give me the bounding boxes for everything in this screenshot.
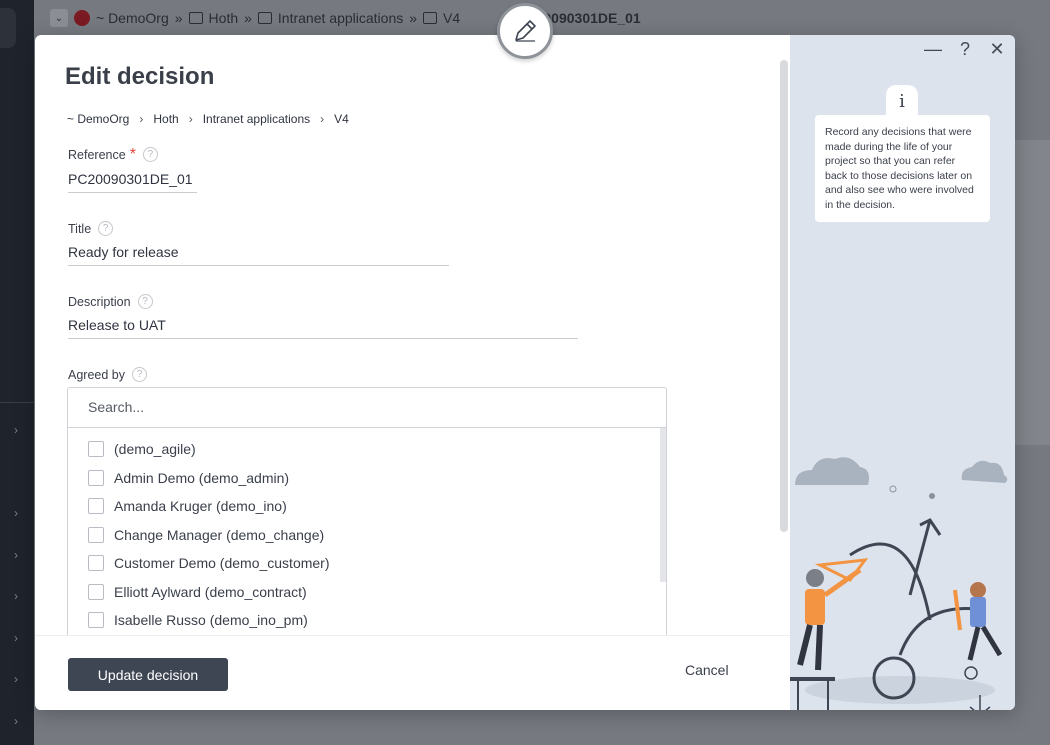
double-chevron-icon: » <box>244 10 252 26</box>
option-label: Isabelle Russo (demo_ino_pm) <box>114 612 308 629</box>
checkbox[interactable] <box>88 469 104 486</box>
org-logo-icon <box>74 10 90 26</box>
breadcrumb-hoth[interactable]: Hoth <box>209 10 239 26</box>
crumb-v4[interactable]: V4 <box>334 112 349 126</box>
agreed-by-search-input[interactable]: Search... <box>68 388 666 428</box>
crumb-org[interactable]: ~ DemoOrg <box>67 112 129 126</box>
list-item[interactable]: Isabelle Russo (demo_ino_pm) <box>68 606 666 635</box>
breadcrumb-intranet[interactable]: Intranet applications <box>278 10 403 26</box>
option-label: Admin Demo (demo_admin) <box>114 469 290 486</box>
reference-field[interactable]: PC20090301DE_01 <box>68 171 197 193</box>
agreed-by-label-text: Agreed by <box>68 367 125 382</box>
list-item[interactable]: (demo_agile) <box>68 435 666 464</box>
chevron-right-icon[interactable]: › <box>8 588 24 604</box>
required-marker: * <box>129 145 136 163</box>
chevron-right-icon[interactable]: › <box>8 630 24 646</box>
edit-decision-modal: Edit decision ~ DemoOrg › Hoth › Intrane… <box>35 35 1015 710</box>
double-chevron-icon: » <box>409 10 418 26</box>
crumb-intranet[interactable]: Intranet applications <box>203 112 310 126</box>
checkbox[interactable] <box>88 583 104 600</box>
option-label: (demo_agile) <box>114 441 196 458</box>
folder-icon <box>188 12 203 24</box>
chevron-right-icon[interactable]: › <box>8 422 24 438</box>
info-text: Record any decisions that were made duri… <box>815 115 990 222</box>
window-controls: — ? ✕ <box>923 39 1007 59</box>
app-sidebar: › › › › › › › <box>0 0 34 745</box>
sidebar-divider <box>0 402 34 403</box>
info-icon: i <box>886 85 918 117</box>
window-icon <box>423 12 438 24</box>
list-item[interactable]: Admin Demo (demo_admin) <box>68 464 666 493</box>
chevron-right-icon: › <box>139 112 144 126</box>
checkbox[interactable] <box>88 612 104 629</box>
collaboration-illustration <box>790 457 1008 710</box>
help-icon[interactable]: ? <box>137 294 153 309</box>
chevron-right-icon[interactable]: › <box>8 713 24 729</box>
chevron-right-icon: › <box>188 112 193 126</box>
cancel-button[interactable]: Cancel <box>685 662 729 678</box>
modal-title: Edit decision <box>65 63 215 90</box>
description-label-text: Description <box>68 294 131 309</box>
reference-label-text: Reference <box>68 147 126 162</box>
checkbox[interactable] <box>88 498 104 515</box>
chevron-right-icon[interactable]: › <box>8 547 24 563</box>
checkbox[interactable] <box>88 526 104 543</box>
option-label: Amanda Kruger (demo_ino) <box>114 498 287 515</box>
checkbox[interactable] <box>88 555 104 572</box>
list-item[interactable]: Amanda Kruger (demo_ino) <box>68 492 666 521</box>
info-side-panel: — ? ✕ i Record any decisions that were m… <box>790 35 1015 710</box>
chevron-right-icon[interactable]: › <box>8 671 24 687</box>
title-label: Title ? <box>68 221 114 236</box>
description-field[interactable]: Release to UAT <box>68 317 578 339</box>
chevron-right-icon[interactable]: › <box>8 505 24 521</box>
modal-breadcrumb: ~ DemoOrg › Hoth › Intranet applications… <box>67 112 349 126</box>
chevron-right-icon: › <box>320 112 325 126</box>
minimize-icon[interactable]: — <box>923 39 943 59</box>
form-scrollbar[interactable] <box>780 60 788 532</box>
close-icon[interactable]: ✕ <box>987 39 1007 59</box>
form-area: Edit decision ~ DemoOrg › Hoth › Intrane… <box>35 35 790 635</box>
agreed-by-selector: Search... (demo_agile) Admin Demo (demo_… <box>67 387 667 635</box>
list-item[interactable]: Change Manager (demo_change) <box>68 521 666 550</box>
list-item[interactable]: Elliott Aylward (demo_contract) <box>68 578 666 607</box>
help-icon[interactable]: ? <box>131 367 147 382</box>
description-label: Description ? <box>68 294 153 309</box>
checkbox[interactable] <box>88 441 104 458</box>
update-decision-button[interactable]: Update decision <box>68 658 228 691</box>
option-label: Elliott Aylward (demo_contract) <box>114 583 307 600</box>
option-label: Customer Demo (demo_customer) <box>114 555 330 572</box>
double-chevron-icon: » <box>174 10 183 26</box>
option-label: Change Manager (demo_change) <box>114 526 325 543</box>
reference-label: Reference * ? <box>68 145 158 163</box>
modal-footer: Update decision Cancel <box>35 635 790 710</box>
title-label-text: Title <box>68 221 92 236</box>
edit-mode-badge <box>497 3 553 59</box>
pencil-icon <box>515 20 536 42</box>
agreed-by-options: (demo_agile) Admin Demo (demo_admin) Ama… <box>68 428 666 635</box>
list-item[interactable]: Customer Demo (demo_customer) <box>68 549 666 578</box>
app-background-panel <box>1015 140 1050 445</box>
crumb-hoth[interactable]: Hoth <box>153 112 178 126</box>
title-field[interactable]: Ready for release <box>68 244 449 266</box>
folder-icon <box>257 12 272 24</box>
help-icon[interactable]: ? <box>142 147 158 162</box>
help-icon[interactable]: ? <box>98 221 114 236</box>
agreed-by-label: Agreed by ? <box>68 367 147 382</box>
breadcrumb-org[interactable]: ~ DemoOrg <box>96 10 169 26</box>
breadcrumb-v4[interactable]: V4 <box>443 10 460 26</box>
chevron-down-icon[interactable]: ⌄ <box>50 9 68 27</box>
list-scrollbar[interactable] <box>660 428 666 582</box>
help-icon[interactable]: ? <box>955 39 975 59</box>
sidebar-active-item[interactable] <box>0 8 16 48</box>
